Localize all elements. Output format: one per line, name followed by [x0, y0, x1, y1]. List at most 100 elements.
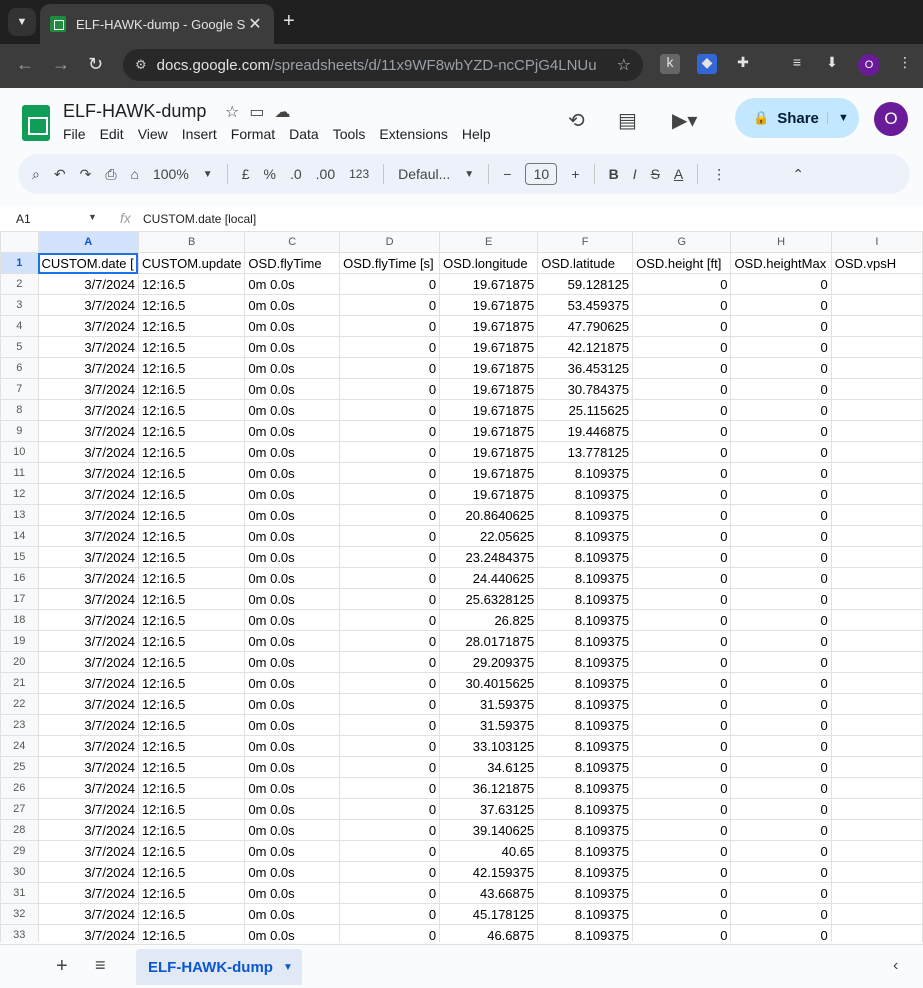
cell[interactable]: 0 [730, 819, 832, 841]
cell[interactable]: 0m 0.0s [244, 504, 341, 526]
row-header[interactable]: 13 [0, 504, 39, 526]
row-header[interactable]: 25 [0, 756, 39, 778]
menu-format[interactable]: Format [231, 126, 275, 142]
cell[interactable]: 37.63125 [439, 798, 539, 820]
cell[interactable] [830, 525, 923, 547]
font-select[interactable]: Defaul... [398, 166, 450, 182]
cell[interactable]: 12:16.5 [137, 483, 246, 505]
cell[interactable]: 12:16.5 [137, 777, 246, 799]
cell[interactable]: 0m 0.0s [244, 777, 341, 799]
new-tab-button[interactable]: + [283, 10, 295, 32]
cell[interactable]: 0 [632, 882, 732, 904]
cell[interactable]: 0 [339, 924, 441, 942]
cell[interactable]: 19.671875 [439, 273, 539, 295]
row-header[interactable]: 17 [0, 588, 39, 610]
cell[interactable]: 33.103125 [439, 735, 539, 757]
row-header[interactable]: 32 [0, 903, 39, 925]
cell[interactable]: 0 [730, 567, 832, 589]
cell[interactable] [830, 693, 923, 715]
decrease-decimal-button[interactable]: .0 [290, 166, 302, 182]
cell[interactable]: 0 [339, 819, 441, 841]
cell[interactable]: 0 [339, 378, 441, 400]
cell[interactable]: 0 [632, 777, 732, 799]
cell[interactable]: 26.825 [439, 609, 539, 631]
row-header[interactable]: 28 [0, 819, 39, 841]
cell[interactable]: 0 [632, 420, 732, 442]
cell[interactable] [830, 399, 923, 421]
cell[interactable]: 3/7/2024 [37, 693, 139, 715]
cell[interactable]: 0m 0.0s [244, 861, 341, 883]
zoom-select[interactable]: 100% [153, 166, 189, 182]
cell[interactable]: 12:16.5 [137, 840, 246, 862]
row-header[interactable]: 7 [0, 378, 39, 400]
cell[interactable]: 0 [730, 798, 832, 820]
cell[interactable] [830, 735, 923, 757]
cell[interactable]: 12:16.5 [137, 546, 246, 568]
percent-format-button[interactable]: % [264, 166, 276, 182]
cell[interactable]: 12:16.5 [137, 756, 246, 778]
cell[interactable] [830, 672, 923, 694]
cell[interactable]: 0 [730, 357, 832, 379]
cell[interactable]: OSD.vpsH [830, 252, 923, 274]
cell[interactable]: 12:16.5 [137, 651, 246, 673]
cell[interactable]: 0 [339, 861, 441, 883]
cell[interactable]: 0 [632, 357, 732, 379]
cell[interactable]: 36.121875 [439, 777, 539, 799]
strikethrough-button[interactable]: S [651, 166, 660, 182]
forward-icon[interactable]: → [52, 54, 70, 75]
cell[interactable]: 8.109375 [537, 798, 634, 820]
column-header[interactable]: F [537, 231, 634, 253]
cell[interactable]: 0 [339, 693, 441, 715]
cell[interactable]: 0 [730, 882, 832, 904]
cell[interactable]: 20.8640625 [439, 504, 539, 526]
cell[interactable]: 0 [730, 399, 832, 421]
move-folder-icon[interactable]: ▭ [249, 104, 274, 121]
cell[interactable]: 0 [730, 714, 832, 736]
cell[interactable] [830, 462, 923, 484]
cell[interactable]: 0 [632, 693, 732, 715]
cell[interactable] [830, 714, 923, 736]
cell[interactable] [830, 903, 923, 925]
cell[interactable]: 12:16.5 [137, 672, 246, 694]
cell[interactable]: 12:16.5 [137, 525, 246, 547]
cell[interactable]: 0m 0.0s [244, 336, 341, 358]
extension-shield-icon[interactable]: ◆ [697, 54, 717, 74]
cell[interactable]: 0m 0.0s [244, 546, 341, 568]
document-title[interactable]: ELF-HAWK-dump [63, 101, 206, 122]
menu-insert[interactable]: Insert [182, 126, 217, 142]
menu-extensions[interactable]: Extensions [379, 126, 447, 142]
cell[interactable]: 19.671875 [439, 462, 539, 484]
cell[interactable]: 25.115625 [537, 399, 634, 421]
add-sheet-button[interactable]: + [56, 955, 68, 978]
row-header[interactable]: 5 [0, 336, 39, 358]
cell[interactable] [830, 651, 923, 673]
cell[interactable]: OSD.latitude [537, 252, 634, 274]
cell[interactable]: 0 [632, 336, 732, 358]
row-header[interactable]: 3 [0, 294, 39, 316]
side-panel-toggle-icon[interactable]: ‹ [893, 957, 898, 975]
browser-menu-icon[interactable]: ⋮ [895, 54, 915, 74]
text-color-button[interactable]: A [674, 166, 683, 182]
cell[interactable] [830, 924, 923, 942]
italic-button[interactable]: I [633, 166, 637, 182]
column-header[interactable]: E [439, 231, 539, 253]
row-header[interactable]: 23 [0, 714, 39, 736]
cell[interactable] [830, 546, 923, 568]
cell[interactable]: 0m 0.0s [244, 903, 341, 925]
cell[interactable]: 3/7/2024 [37, 273, 139, 295]
cell[interactable]: 24.440625 [439, 567, 539, 589]
cell[interactable]: 25.6328125 [439, 588, 539, 610]
cell[interactable]: 30.784375 [537, 378, 634, 400]
cell[interactable]: OSD.heightMax [730, 252, 832, 274]
cell[interactable]: 0 [632, 315, 732, 337]
cell[interactable]: 8.109375 [537, 777, 634, 799]
cell[interactable]: 0m 0.0s [244, 378, 341, 400]
row-header[interactable]: 10 [0, 441, 39, 463]
cell[interactable]: 23.2484375 [439, 546, 539, 568]
cell[interactable]: 0 [730, 546, 832, 568]
cell[interactable]: 12:16.5 [137, 693, 246, 715]
number-format-button[interactable]: 123 [349, 167, 369, 181]
cell[interactable]: 0 [339, 336, 441, 358]
cell[interactable] [830, 567, 923, 589]
cell[interactable]: 13.778125 [537, 441, 634, 463]
